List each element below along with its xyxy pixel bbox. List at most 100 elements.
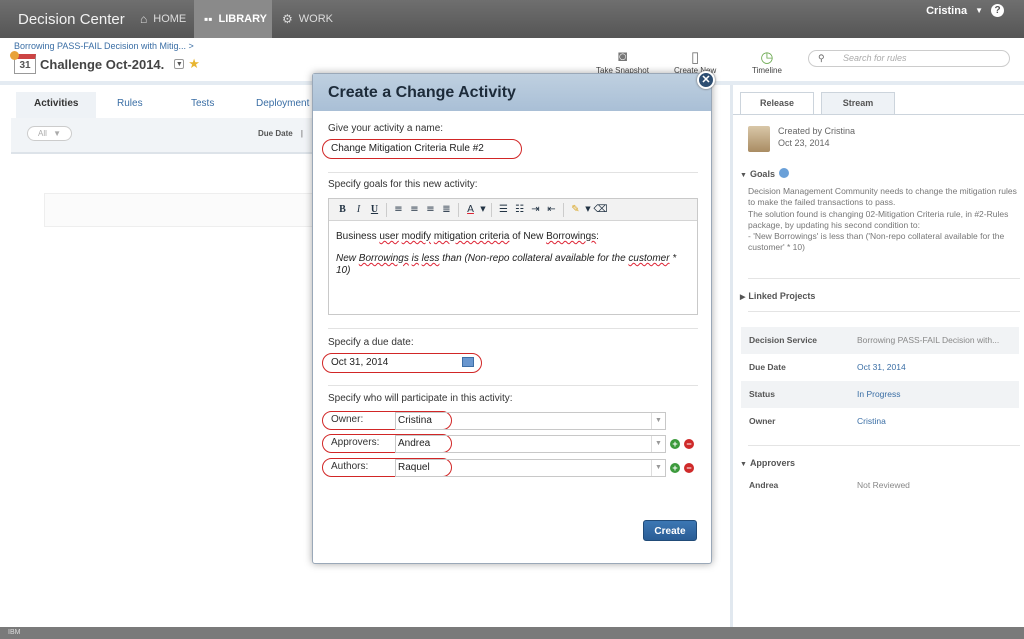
goal-line-1: Business user modify mitigation criteria… (336, 231, 690, 243)
text-color-icon[interactable]: A (463, 202, 478, 217)
owner-link[interactable]: Cristina (857, 408, 1017, 435)
goal-text: less (421, 253, 440, 264)
page-title-bar: 31 Challenge Oct-2014. ▼ ★ (10, 51, 200, 74)
due-date-column-header[interactable]: Due Date | (258, 129, 303, 138)
chevron-down-icon: ▼ (651, 436, 665, 452)
expand-down-icon: ▼ (740, 461, 747, 468)
timeline-button[interactable]: ◷ Timeline (752, 48, 782, 75)
new-document-icon: ▯ (690, 49, 700, 66)
gear-icon: ⚙ (282, 12, 293, 26)
property-key: Due Date (749, 362, 786, 372)
goals-paragraph: - 'New Borrowings' is less than ('Non-re… (748, 231, 1005, 253)
name-label: Give your activity a name: (328, 123, 444, 134)
goal-text: modify (401, 231, 432, 242)
nav-home[interactable]: ⌂ HOME (130, 0, 196, 38)
approver-name: Andrea (749, 480, 779, 490)
breadcrumb[interactable]: Borrowing PASS-FAIL Decision with Mitig.… (14, 41, 194, 51)
chevron-down-icon: ▼ (53, 129, 62, 138)
chevron-down-icon[interactable]: ▼ (479, 202, 487, 217)
approvers-select[interactable]: Andrea ▼ (395, 435, 666, 453)
tab-stream[interactable]: Stream (821, 92, 895, 114)
underline-button[interactable]: U (367, 202, 382, 217)
dialog-divider (328, 385, 698, 386)
status-link[interactable]: In Progress (857, 381, 1017, 408)
align-justify-icon[interactable]: ≣ (439, 202, 454, 217)
favorite-star-icon[interactable]: ★ (188, 56, 200, 72)
highlight-icon[interactable]: ✎ (568, 202, 583, 217)
goal-text: user (379, 231, 399, 242)
nav-work[interactable]: ⚙ WORK (272, 0, 343, 38)
user-menu[interactable]: Cristina ▼ ? (926, 4, 1004, 17)
outdent-icon[interactable]: ⇤ (544, 202, 559, 217)
eraser-icon[interactable]: ⌫ (593, 202, 608, 217)
section-divider (748, 311, 1020, 312)
close-icon[interactable]: ✕ (697, 71, 715, 89)
tab-activities[interactable]: Activities (16, 92, 97, 118)
remove-author-button[interactable]: − (684, 463, 694, 473)
calendar-picker-icon[interactable] (462, 357, 474, 367)
create-activity-dialog: Create a Change Activity Give your activ… (312, 73, 712, 564)
created-date: Oct 23, 2014 (778, 138, 830, 148)
help-icon[interactable]: ? (991, 4, 1004, 17)
goal-text: : (596, 231, 599, 242)
camera-icon: ◙ (617, 48, 627, 65)
tab-rules[interactable]: Rules (117, 98, 143, 109)
align-left-icon[interactable]: ≡ (391, 202, 406, 217)
authors-select[interactable]: Raquel ▼ (395, 459, 666, 477)
title-dropdown-icon[interactable]: ▼ (174, 59, 185, 69)
property-key: Status (749, 389, 775, 399)
editor-content[interactable]: Business user modify mitigation criteria… (329, 221, 697, 297)
user-name: Cristina (926, 4, 968, 17)
avatar (748, 126, 770, 152)
authors-value: Raquel (398, 462, 430, 473)
edit-goals-icon[interactable] (778, 168, 789, 178)
dialog-title: Create a Change Activity (328, 84, 516, 101)
italic-button[interactable]: I (351, 202, 366, 217)
calendar-day: 31 (19, 60, 31, 71)
tab-tests[interactable]: Tests (191, 98, 214, 109)
property-row: Owner Cristina (741, 408, 1019, 435)
goal-text: of New (509, 231, 547, 242)
add-author-button[interactable]: + (670, 463, 680, 473)
approver-status: Not Reviewed (857, 480, 910, 490)
section-divider (748, 278, 1020, 279)
footer: IBM (0, 627, 1024, 639)
create-button[interactable]: Create (643, 520, 697, 541)
align-center-icon[interactable]: ≡ (407, 202, 422, 217)
bold-button[interactable]: B (335, 202, 350, 217)
activity-name-input[interactable]: Change Mitigation Criteria Rule #2 (322, 139, 522, 159)
search-input[interactable]: ⚲ Search for rules (808, 50, 1010, 67)
remove-approver-button[interactable]: − (684, 439, 694, 449)
goals-editor[interactable]: B I U ≡ ≡ ≡ ≣ A ▼ ☰ ☷ ⇥ ⇤ ✎ ▼ ⌫ Business… (328, 198, 698, 315)
top-bar: Decision Center ⌂ HOME ▪▪ LIBRARY ⚙ WORK… (0, 0, 1024, 38)
library-grid-icon: ▪▪ (204, 12, 213, 26)
take-snapshot-button[interactable]: ◙ Take Snapshot (596, 48, 649, 75)
goals-label: Specify goals for this new activity: (328, 179, 478, 190)
due-date-value: Oct 31, 2014 (331, 357, 389, 368)
goal-line-2: New Borrowings is less than (Non-repo co… (336, 253, 690, 277)
goals-text: Decision Management Community needs to c… (748, 186, 1020, 254)
chevron-down-icon[interactable]: ▼ (584, 202, 592, 217)
filter-dropdown[interactable]: All ▼ (27, 126, 72, 141)
approvers-section-header[interactable]: ▼ Approvers (740, 458, 795, 468)
search-placeholder: Search for rules (843, 53, 907, 63)
property-row: Status In Progress (741, 381, 1019, 408)
due-date-input[interactable]: Oct 31, 2014 (322, 353, 482, 373)
tab-release[interactable]: Release (740, 92, 814, 114)
goals-section-header[interactable]: ▼ Goals (740, 168, 789, 179)
numbered-list-icon[interactable]: ☷ (512, 202, 527, 217)
linked-projects-header[interactable]: ▶ Linked Projects (740, 291, 815, 301)
align-right-icon[interactable]: ≡ (423, 202, 438, 217)
property-row: Due Date Oct 31, 2014 (741, 354, 1019, 381)
add-approver-button[interactable]: + (670, 439, 680, 449)
nav-library[interactable]: ▪▪ LIBRARY (194, 0, 272, 38)
owner-select[interactable]: Cristina ▼ (395, 412, 666, 430)
bullet-list-icon[interactable]: ☰ (496, 202, 511, 217)
indent-icon[interactable]: ⇥ (528, 202, 543, 217)
approvers-value: Andrea (398, 438, 431, 449)
due-date-link[interactable]: Oct 31, 2014 (857, 354, 1017, 381)
approver-row: Andrea Not Reviewed (741, 472, 1019, 499)
goal-text: Borrowings (546, 231, 597, 242)
tab-divider (733, 114, 1024, 115)
tab-deployment[interactable]: Deployment (256, 98, 309, 109)
